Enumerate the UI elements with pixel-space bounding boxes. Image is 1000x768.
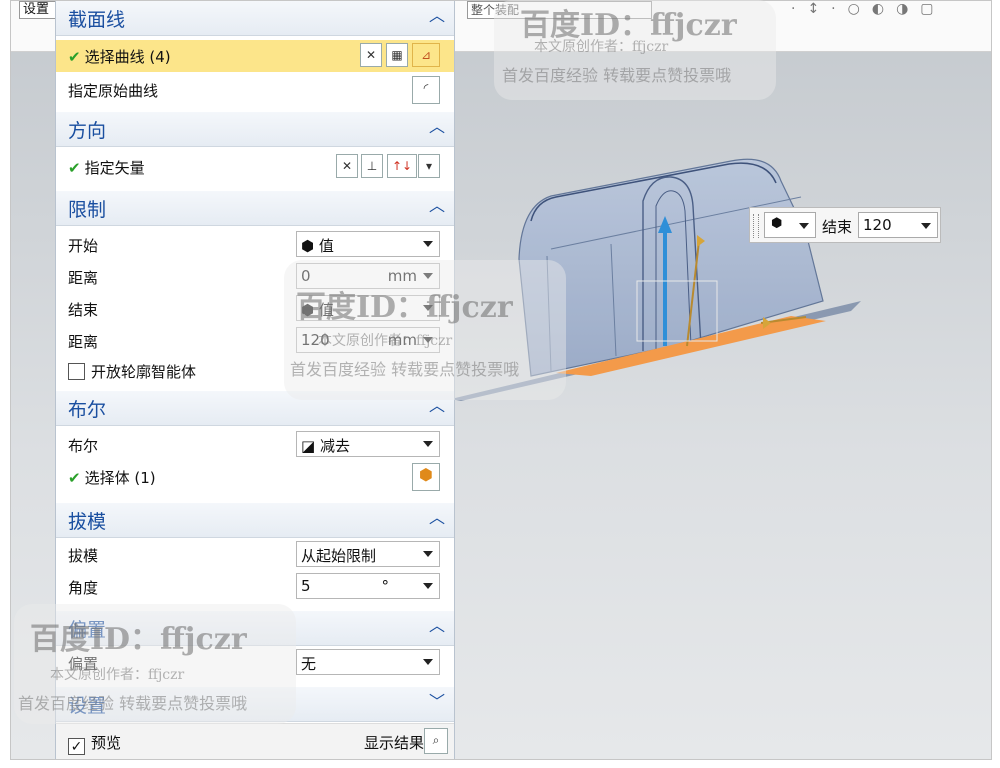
specify-curve-row[interactable]: 指定原始曲线 ◜ — [56, 74, 454, 106]
draft-value: 从起始限制 — [301, 547, 377, 565]
boolean-value: 减去 — [319, 437, 350, 455]
watermark-slogan: 首发百度经验 转载要点赞投票哦 — [502, 66, 732, 85]
draft-dropdown[interactable]: 从起始限制 — [296, 541, 440, 567]
check-icon: ✔ — [68, 48, 81, 66]
watermark-author: 本文原创作者：ffjczr — [50, 667, 185, 683]
curve-select-icon[interactable]: ⊿ — [412, 43, 440, 67]
magnifier-icon[interactable]: ⌕ — [424, 728, 448, 754]
vector-dialog-icon[interactable]: ⊥ — [361, 154, 383, 178]
chevron-down-icon — [423, 583, 433, 589]
chevron-up-icon[interactable]: ︿ — [426, 116, 448, 138]
watermark-id: 百度ID：ffjczr — [30, 622, 247, 657]
chevron-down-icon — [423, 659, 433, 665]
watermark-author: 本文原创作者：ffjczr — [318, 333, 453, 349]
chevron-down-icon — [799, 223, 809, 229]
end-label: 结束 — [68, 301, 99, 319]
watermark-id: 百度ID：ffjczr — [296, 290, 513, 325]
cube-icon: ⬢ — [771, 216, 783, 231]
chevron-down-icon — [423, 241, 433, 247]
offset-value: 无 — [301, 655, 317, 673]
section-curve-header[interactable]: 截面线 ︿ — [56, 1, 454, 36]
boolean-dropdown[interactable]: ◪ 减去 — [296, 431, 440, 457]
angle-unit: ° — [381, 577, 390, 595]
watermark-author: 本文原创作者：ffjczr — [534, 39, 669, 55]
start-label: 开始 — [68, 237, 99, 255]
popup-end-label: 结束 — [822, 218, 853, 236]
check-icon: ✔ — [68, 159, 81, 177]
draft-row: 拔模 从起始限制 — [56, 539, 454, 571]
section-curve-title: 截面线 — [68, 9, 126, 31]
popup-end-value-text: 120 — [863, 216, 892, 234]
chevron-down-icon[interactable]: ﹀ — [426, 691, 448, 713]
select-curve-row[interactable]: ✔ 选择曲线 (4) ✕ ▦ ⊿ — [56, 40, 454, 72]
boolean-label: 布尔 — [68, 437, 99, 455]
select-body-label: 选择体 (1) — [84, 469, 156, 487]
select-curve-label: 选择曲线 (4) — [84, 48, 171, 66]
check-icon: ✔ — [68, 469, 81, 487]
chevron-down-icon — [423, 551, 433, 557]
cube-icon: ⬢ — [301, 237, 319, 255]
vector-dropdown-chevron-icon[interactable]: ▾ — [418, 154, 440, 178]
angle-label: 角度 — [68, 579, 99, 597]
specify-vector-label: 指定矢量 — [84, 159, 145, 177]
limits-header[interactable]: 限制 ︿ — [56, 191, 454, 226]
watermark-slogan: 首发百度经验 转载要点赞投票哦 — [290, 360, 520, 379]
angle-row: 角度 5 ° — [56, 571, 454, 603]
value-type-dropdown[interactable]: ⬢ — [764, 212, 816, 238]
angle-input[interactable]: 5 ° — [296, 573, 440, 599]
original-curve-icon[interactable]: ◜ — [412, 76, 440, 104]
show-result-label: 显示结果 — [363, 734, 424, 752]
draft-label: 拔模 — [68, 547, 99, 565]
offset-dropdown[interactable]: 无 — [296, 649, 440, 675]
filter-input[interactable]: 设置 — [19, 1, 58, 19]
dialog-footer: ✓ 预览 显示结果 ⌕ — [56, 723, 454, 759]
direction-header[interactable]: 方向 ︿ — [56, 112, 454, 147]
draft-title: 拔模 — [68, 511, 107, 533]
open-profile-checkbox[interactable] — [68, 363, 85, 380]
watermark-slogan: 首发百度经验 转载要点赞投票哦 — [18, 694, 248, 713]
distance-start-label: 距离 — [68, 269, 99, 287]
boolean-title: 布尔 — [68, 399, 107, 421]
end-limit-popup: ⬢ 结束 120 — [749, 207, 941, 243]
distance-end-label: 距离 — [68, 333, 99, 351]
vector-arrow-icon[interactable]: ↑↓ — [387, 154, 417, 178]
reverse-icon[interactable]: ✕ — [336, 154, 358, 178]
draft-header[interactable]: 拔模 ︿ — [56, 503, 454, 538]
preview-checkbox[interactable]: ✓ — [68, 738, 85, 755]
specify-vector-row[interactable]: ✔ 指定矢量 ✕ ⊥ ↑↓ ▾ — [56, 151, 454, 183]
start-row: 开始 ⬢ 值 — [56, 229, 454, 261]
toolbar-icons[interactable]: ·↕·○◐◑▢ — [791, 1, 946, 17]
deselect-icon[interactable]: ✕ — [360, 43, 382, 67]
chevron-up-icon[interactable]: ︿ — [426, 615, 448, 637]
direction-title: 方向 — [68, 120, 107, 142]
angle-value: 5 — [301, 577, 311, 595]
boolean-row: 布尔 ◪ 减去 — [56, 429, 454, 461]
specify-curve-label: 指定原始曲线 — [68, 82, 159, 100]
drag-grip-icon[interactable] — [753, 214, 759, 238]
chevron-up-icon[interactable]: ︿ — [426, 507, 448, 529]
limits-title: 限制 — [68, 199, 107, 221]
sketch-icon[interactable]: ▦ — [386, 43, 408, 67]
preview-label: 预览 — [91, 734, 122, 752]
start-type-dropdown[interactable]: ⬢ 值 — [296, 231, 440, 257]
select-body-row[interactable]: ✔ 选择体 (1) ⬢ — [56, 461, 454, 493]
chevron-down-icon — [921, 223, 931, 229]
popup-end-value[interactable]: 120 — [858, 212, 938, 238]
solid-body-icon[interactable]: ⬢ — [412, 463, 440, 491]
subtract-icon: ◪ — [301, 437, 320, 455]
chevron-down-icon — [423, 441, 433, 447]
chevron-up-icon[interactable]: ︿ — [426, 5, 448, 27]
chevron-up-icon[interactable]: ︿ — [426, 195, 448, 217]
open-profile-label: 开放轮廓智能体 — [91, 363, 197, 381]
start-type-value: 值 — [318, 237, 334, 255]
